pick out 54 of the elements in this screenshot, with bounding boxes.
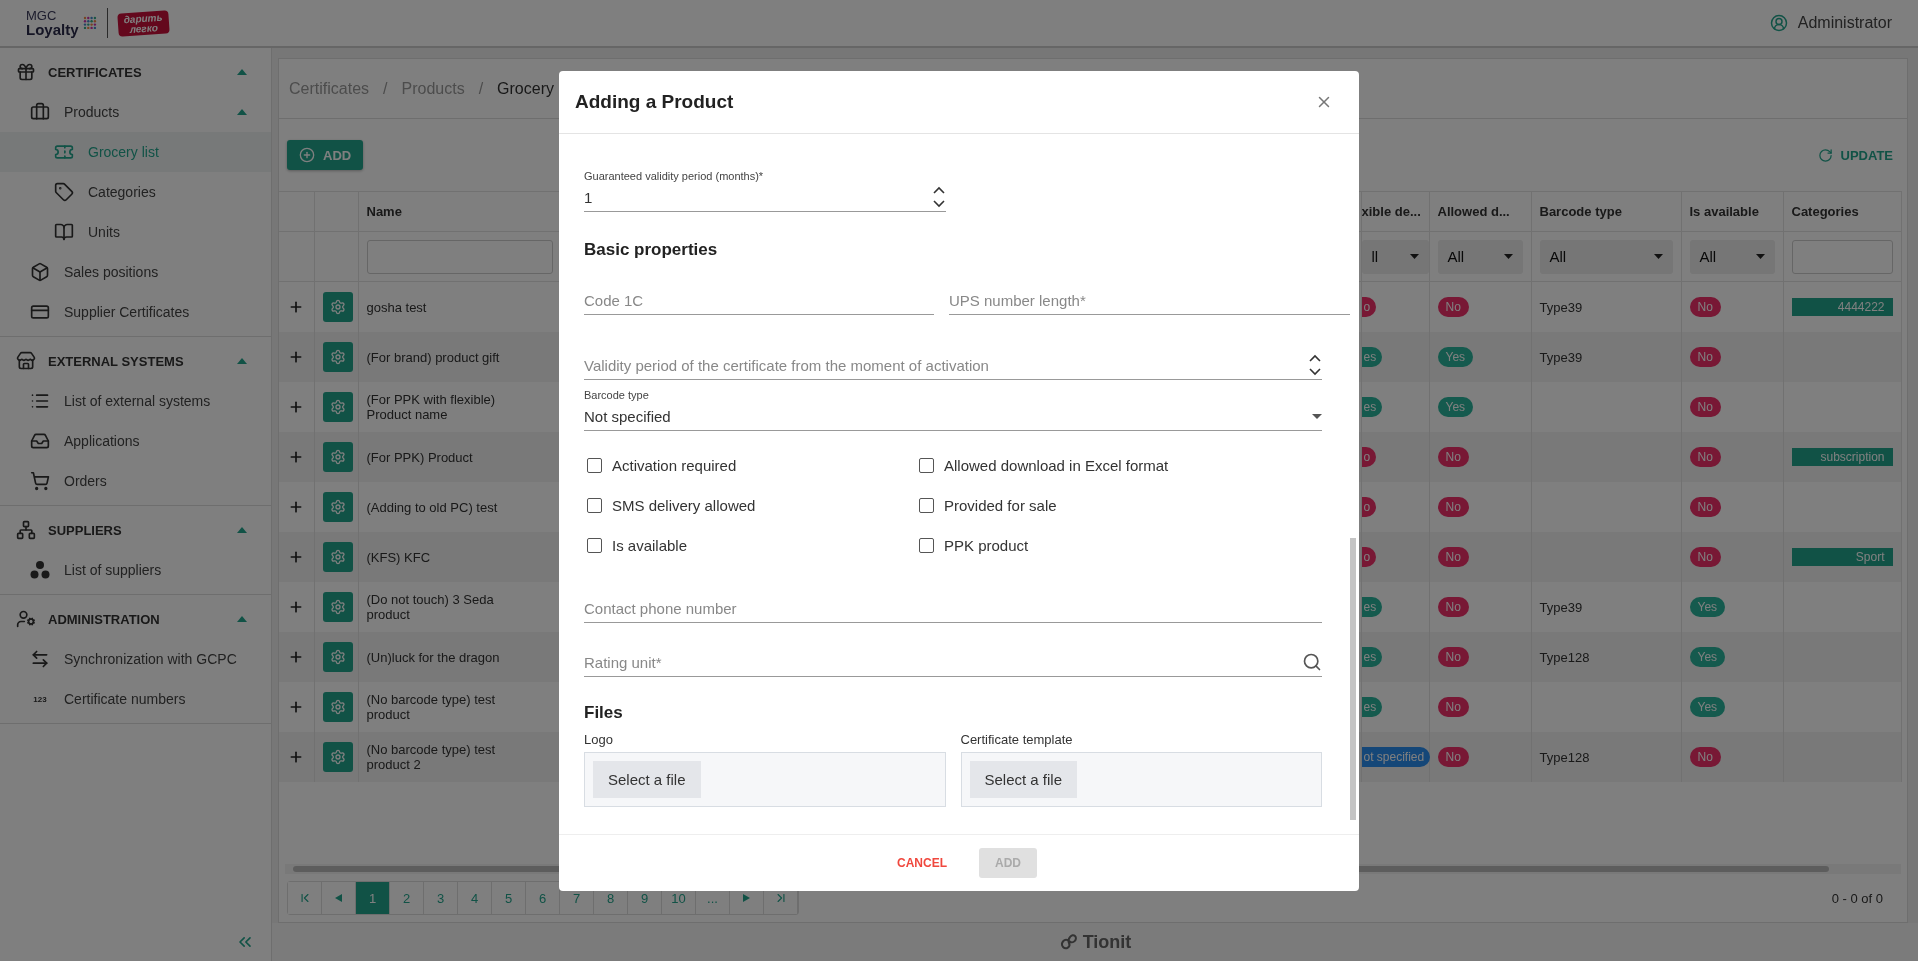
checkbox-label: Provided for sale: [944, 497, 1057, 514]
checkbox-label: Is available: [612, 537, 688, 554]
status-badge: No: [1689, 347, 1721, 367]
status-badge: es: [1361, 597, 1383, 617]
dialog-title: Adding a Product: [575, 90, 734, 113]
table-cell: Type39: [1539, 599, 1583, 615]
status-badge: No: [1437, 447, 1469, 467]
status-badge: No: [1689, 747, 1721, 767]
field-label: Guaranteed validity period (months)*: [584, 168, 765, 184]
checkbox-label: Allowed download in Excel format: [944, 457, 1169, 474]
status-badge: No: [1689, 497, 1721, 517]
section-heading: Basic properties: [584, 239, 719, 260]
section-heading: Files: [584, 702, 624, 723]
status-badge: No: [1437, 547, 1469, 567]
status-badge: No: [1437, 647, 1469, 667]
table-cell: Type39: [1539, 299, 1583, 315]
checkbox-label: SMS delivery allowed: [612, 497, 756, 514]
status-badge: Yes: [1437, 397, 1474, 417]
breadcrumb-separator: /: [478, 79, 484, 98]
category-tag: 4444222: [1791, 298, 1893, 316]
page-summary: 0 - 0 of 0: [1831, 890, 1884, 906]
status-badge: es: [1361, 697, 1383, 717]
category-tag: subscription: [1791, 448, 1893, 466]
status-badge: Yes: [1689, 697, 1726, 717]
table-cell: Type128: [1539, 749, 1590, 765]
status-badge: No: [1437, 747, 1469, 767]
status-badge: No: [1437, 497, 1469, 517]
status-badge: Yes: [1689, 647, 1726, 667]
checkbox-label: Activation required: [612, 457, 737, 474]
status-badge: es: [1361, 347, 1383, 367]
field-label: Logo: [584, 731, 614, 749]
field-label: Certificate template: [960, 731, 1074, 749]
breadcrumb-separator: /: [383, 79, 388, 98]
field-label: Barcode type: [584, 387, 650, 403]
table-cell: Type128: [1539, 649, 1590, 665]
status-badge: No: [1689, 297, 1721, 317]
status-badge: Yes: [1437, 347, 1474, 367]
status-badge: es: [1361, 647, 1383, 667]
table-cell: Type39: [1539, 349, 1583, 365]
category-tag: Sport: [1791, 548, 1893, 566]
numbers-icon: 123: [30, 694, 50, 704]
status-badge: No: [1437, 297, 1469, 317]
status-badge: No: [1437, 697, 1469, 717]
logo-text: MGC Loyalty: [26, 9, 79, 37]
checkbox-label: PPK product: [944, 537, 1029, 554]
status-badge: No: [1437, 597, 1469, 617]
status-badge: es: [1361, 397, 1383, 417]
partner-logo: дарить легко: [116, 9, 170, 37]
status-badge: Yes: [1689, 597, 1726, 617]
status-badge: No: [1689, 397, 1721, 417]
brand-name: Tionit: [1082, 931, 1132, 953]
status-badge: No: [1689, 447, 1721, 467]
status-badge: No: [1689, 547, 1721, 567]
status-badge: ot specified: [1361, 747, 1431, 767]
